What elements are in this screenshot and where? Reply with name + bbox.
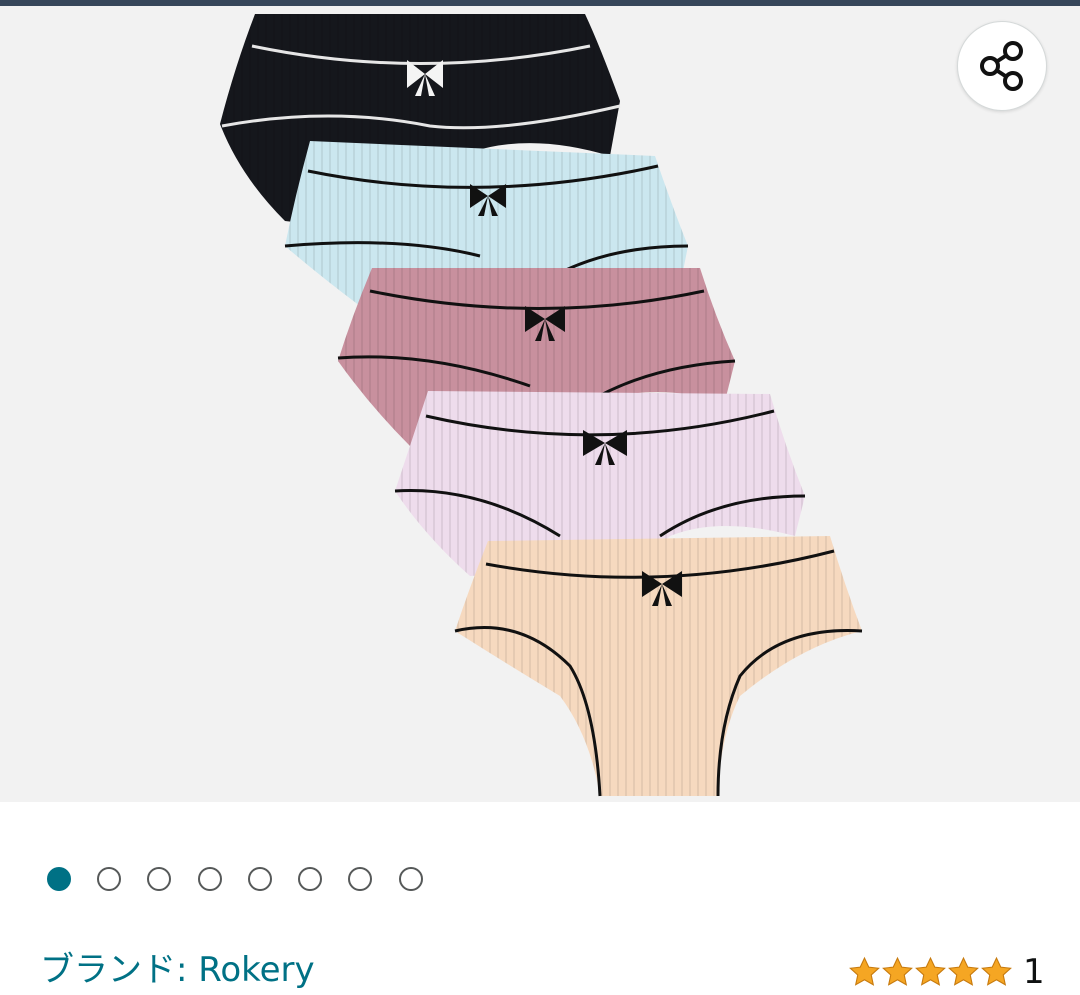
page-dot-2[interactable] [97,867,121,891]
page-dot-8[interactable] [399,867,423,891]
share-icon [980,41,1023,91]
rating-count[interactable]: 1 [1023,949,1045,995]
star-rating [848,956,1013,989]
image-pagination [0,856,1080,902]
product-image[interactable] [0,6,1080,802]
star-icon [849,956,880,986]
page-dot-1[interactable] [47,867,71,891]
page-dot-4[interactable] [198,867,222,891]
brief-peach [454,536,863,797]
rating[interactable]: 1 [848,949,1045,995]
product-image-gallery[interactable] [0,6,1080,802]
page-dot-7[interactable] [348,867,372,891]
page-dot-6[interactable] [298,867,322,891]
star-icon [882,956,913,986]
page-dot-5[interactable] [248,867,272,891]
page-dot-3[interactable] [147,867,171,891]
brand-link[interactable]: ブランド: Rokery [40,947,315,993]
share-button[interactable] [957,21,1047,111]
star-icon [915,956,946,986]
brand-row: ブランド: Rokery 1 [0,945,1080,995]
star-icon [948,956,979,986]
star-icon [981,956,1012,986]
